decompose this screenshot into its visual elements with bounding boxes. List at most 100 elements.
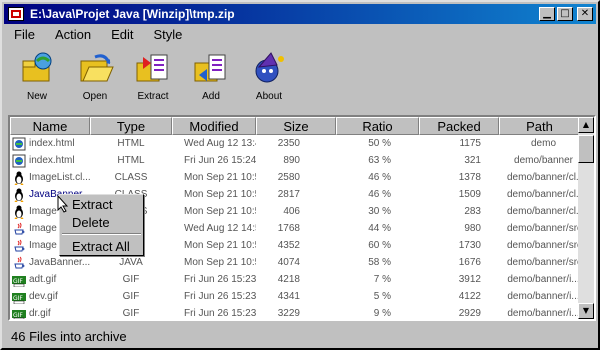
maximize-button[interactable]: □ <box>557 7 573 21</box>
cell-size: 2580 <box>277 172 300 183</box>
column-size[interactable]: Size <box>256 117 336 135</box>
column-packed[interactable]: Packed <box>419 117 499 135</box>
column-modified[interactable]: Modified <box>172 117 256 135</box>
title-bar[interactable]: E:\Java\Projet Java [Winzip]\tmp.zip ▁ □… <box>4 4 596 24</box>
cell-modified: Wed Aug 12 14:5... <box>184 223 256 234</box>
add-button[interactable]: Add <box>182 46 240 106</box>
cell-path: demo/banner/cl... <box>507 172 580 183</box>
cell-path: demo/banner/cl... <box>507 206 580 217</box>
menu-file[interactable]: File <box>4 27 45 42</box>
menu-edit[interactable]: Edit <box>101 27 143 42</box>
open-button[interactable]: Open <box>66 46 124 106</box>
column-path[interactable]: Path <box>499 117 580 135</box>
cell-name: JavaBanner... <box>10 256 90 270</box>
open-label: Open <box>82 91 108 102</box>
cell-path: demo/banner <box>514 155 573 166</box>
cell-type: CLASS <box>114 172 148 183</box>
cell-size: 4352 <box>277 240 300 251</box>
class-file-icon <box>12 205 26 219</box>
java-file-icon <box>12 256 26 270</box>
window-title: E:\Java\Projet Java [Winzip]\tmp.zip <box>30 7 235 21</box>
close-button[interactable]: ✕ <box>577 7 593 21</box>
cell-name: GIF adt.gif <box>10 273 90 287</box>
scroll-thumb[interactable] <box>578 135 594 163</box>
cell-ratio: 7 % <box>373 274 391 285</box>
context-menu: Extract Delete Extract All <box>59 194 144 256</box>
file-name: dev.gif <box>29 291 58 302</box>
add-icon <box>194 54 226 82</box>
table-row[interactable]: GIFadt.gifGIFFri Jun 26 15:23:...42187 %… <box>10 271 580 288</box>
extract-icon <box>136 54 168 82</box>
cell-name: index.html <box>10 154 90 168</box>
cell-type: HTML <box>117 155 145 166</box>
cell-path: demo/banner/src <box>507 223 580 234</box>
cell-modified: Mon Sep 21 10:5... <box>184 240 256 251</box>
cell-packed: 283 <box>464 206 481 217</box>
cell-ratio: 58 % <box>368 257 391 268</box>
about-button[interactable]: About <box>240 46 298 106</box>
cell-ratio: 9 % <box>373 308 391 319</box>
minimize-button[interactable]: ▁ <box>539 7 555 21</box>
cell-packed: 1175 <box>459 138 481 149</box>
cell-size: 890 <box>283 155 300 166</box>
about-label: About <box>255 91 283 102</box>
cell-modified: Fri Jun 26 15:23:... <box>184 291 256 302</box>
cell-packed: 4122 <box>458 291 481 302</box>
cell-ratio: 50 % <box>368 138 391 149</box>
cell-packed: 1378 <box>458 172 481 183</box>
cell-name: GIF dr.gif <box>10 307 90 319</box>
cell-name: ImageList.cl... <box>10 171 90 185</box>
menu-style[interactable]: Style <box>144 27 193 42</box>
table-row[interactable]: GIFdr.gifGIFFri Jun 26 15:23:...32299 %2… <box>10 305 580 319</box>
menu-action[interactable]: Action <box>45 27 101 42</box>
table-row[interactable]: index.html HTML Fri Jun 26 15:24:... 890 63 … <box>10 152 580 169</box>
cell-path: demo/banner/cl... <box>507 189 580 200</box>
mouse-pointer-icon <box>57 195 69 213</box>
column-type[interactable]: Type <box>90 117 172 135</box>
html-file-icon <box>12 154 26 168</box>
cell-path: demo <box>530 138 556 149</box>
cell-modified: Mon Sep 21 10:5... <box>184 172 256 183</box>
cell-packed: 2929 <box>458 308 481 319</box>
column-ratio[interactable]: Ratio <box>336 117 419 135</box>
cell-size: 4074 <box>277 257 300 268</box>
context-extract[interactable]: Extract <box>60 195 143 213</box>
status-bar: 46 Files into archive <box>11 328 127 344</box>
table-row[interactable]: JavaBanner... JAVA Mon Sep 21 10:5... 4074 5… <box>10 254 580 271</box>
cell-modified: Fri Jun 26 15:24:... <box>184 155 256 166</box>
cell-packed: 1676 <box>458 257 481 268</box>
cell-ratio: 63 % <box>368 155 391 166</box>
table-row[interactable]: GIFdev.gifGIFFri Jun 26 15:23:...43415 %… <box>10 288 580 305</box>
table-header: Name Type Modified Size Ratio Packed Pat… <box>10 117 580 135</box>
scroll-up-button[interactable]: ▲ <box>578 117 594 133</box>
table-row[interactable]: index.html HTML Wed Aug 12 13:4... 2350 50 %… <box>10 135 580 152</box>
file-name: ImageList.cl... <box>29 172 90 183</box>
cell-path: demo/banner/i... <box>507 308 580 319</box>
vertical-scrollbar[interactable]: ▲ ▼ <box>578 117 594 319</box>
new-archive-icon <box>22 52 52 82</box>
add-label: Add <box>202 91 220 102</box>
cell-type: HTML <box>117 138 145 149</box>
scroll-down-button[interactable]: ▼ <box>578 303 594 319</box>
cell-path: demo/banner/i... <box>507 274 580 285</box>
table-row[interactable]: ImageList.cl... CLASS Mon Sep 21 10:5... 25… <box>10 169 580 186</box>
file-name: Image <box>29 223 57 234</box>
cell-size: 406 <box>283 206 300 217</box>
gif-file-icon: GIF <box>12 307 26 319</box>
about-wizard-icon <box>255 52 284 83</box>
context-extract-all[interactable]: Extract All <box>60 237 143 255</box>
cell-ratio: 46 % <box>368 189 391 200</box>
toolbar: New Open Extract Add About <box>4 46 596 108</box>
extract-button[interactable]: Extract <box>124 46 182 106</box>
cell-type: GIF <box>122 274 140 285</box>
menu-bar: File Action Edit Style <box>4 24 596 44</box>
context-delete[interactable]: Delete <box>60 213 143 231</box>
gif-file-icon: GIF <box>12 290 26 304</box>
java-file-icon <box>12 239 26 253</box>
new-button[interactable]: New <box>8 46 66 106</box>
cell-modified: Wed Aug 12 13:4... <box>184 138 256 149</box>
column-name[interactable]: Name <box>10 117 90 135</box>
cell-modified: Mon Sep 21 10:5... <box>184 206 256 217</box>
cell-packed: 1509 <box>458 189 481 200</box>
cell-path: demo/banner/src <box>507 240 580 251</box>
